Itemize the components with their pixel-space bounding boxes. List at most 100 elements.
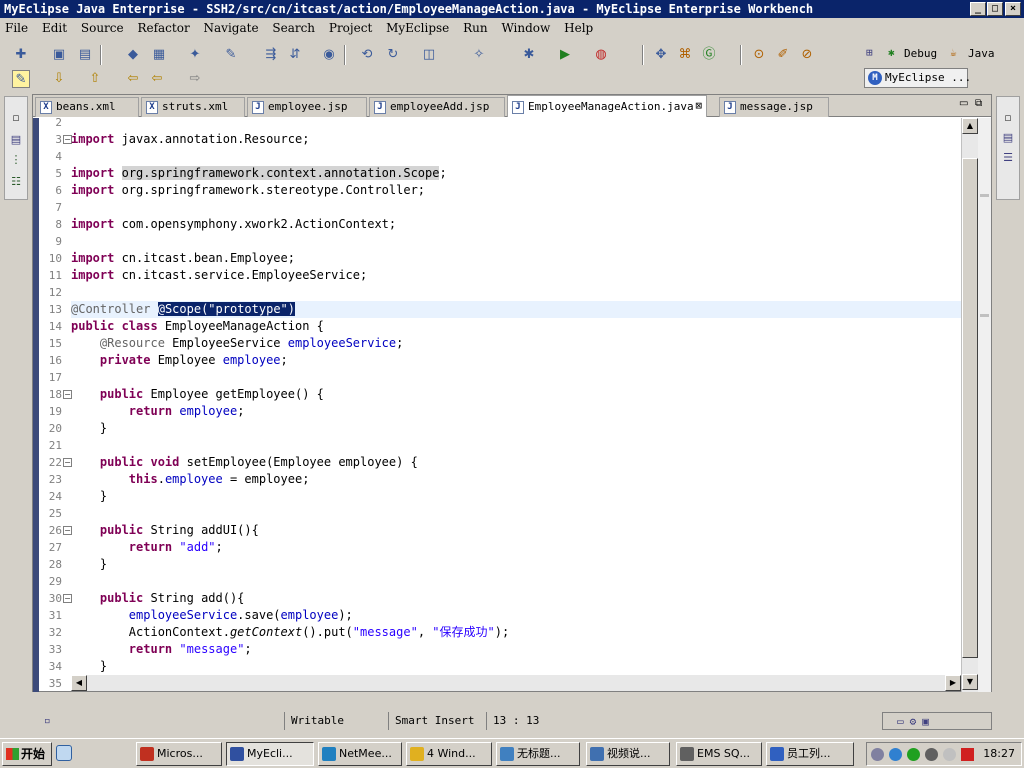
tray-icon[interactable] [871, 748, 884, 761]
menu-project[interactable]: Project [324, 18, 377, 38]
overview-marker[interactable] [980, 194, 989, 197]
menu-file[interactable]: File [0, 18, 33, 38]
code-line[interactable]: employeeService.save(employee); [71, 607, 353, 624]
taskbar-item[interactable]: NetMee... [318, 742, 402, 766]
scroll-down-button[interactable]: ▼ [962, 674, 978, 690]
code-line[interactable]: @Resource EmployeeService employeeServic… [71, 335, 403, 352]
hierarchy-icon[interactable]: ⋮ [8, 153, 24, 167]
close-window-button[interactable]: × [1005, 2, 1021, 16]
menu-navigate[interactable]: Navigate [199, 18, 264, 38]
code-line[interactable]: public String add(){ [71, 590, 245, 607]
new-web-icon[interactable]: ✦ [186, 46, 204, 64]
code-line[interactable]: public Employee getEmployee() { [71, 386, 324, 403]
taskbar-item-group[interactable]: 4 Wind... [406, 742, 492, 766]
code-line[interactable]: import org.springframework.context.annot… [71, 165, 447, 182]
mark-occurrences-icon[interactable]: ✎ [12, 70, 30, 88]
tray-icon[interactable] [925, 748, 938, 761]
menu-refactor[interactable]: Refactor [132, 18, 194, 38]
code-text-area[interactable]: import javax.annotation.Resource; import … [71, 118, 961, 692]
tab-employeeadd-jsp[interactable]: J employeeAdd.jsp [369, 97, 505, 117]
menu-edit[interactable]: Edit [37, 18, 72, 38]
properties-view-icon[interactable]: ☰ [1000, 151, 1016, 165]
start-button[interactable]: 开始 [2, 742, 52, 766]
code-line[interactable]: import javax.annotation.Resource; [71, 131, 309, 148]
horizontal-scrollbar[interactable]: ◀ ▶ [71, 675, 961, 691]
code-line[interactable]: public void setEmployee(Employee employe… [71, 454, 418, 471]
java-perspective-button[interactable]: Java [968, 47, 995, 60]
tray-icon[interactable] [907, 748, 920, 761]
code-line[interactable]: public class EmployeeManageAction { [71, 318, 324, 335]
code-line[interactable]: @Controller @Scope("prototype") [71, 301, 295, 318]
menu-search[interactable]: Search [267, 18, 320, 38]
tray-icon[interactable] [889, 748, 902, 761]
outline-icon[interactable]: ☷ [8, 175, 24, 189]
ejb-icon[interactable]: ▦ [150, 46, 168, 64]
code-line[interactable]: } [71, 658, 107, 675]
new-class-icon[interactable]: Ⓖ [700, 46, 718, 64]
tab-employee-jsp[interactable]: J employee.jsp [247, 97, 367, 117]
refresh-icon[interactable]: ↻ [384, 46, 402, 64]
code-line[interactable]: } [71, 556, 107, 573]
code-line[interactable]: private Employee employee; [71, 352, 288, 369]
debug-icon[interactable]: ✱ [520, 46, 538, 64]
code-line[interactable]: this.employee = employee; [71, 471, 310, 488]
tab-message-jsp[interactable]: J message.jsp [719, 97, 829, 117]
new-java-project-icon[interactable]: ✥ [652, 46, 670, 64]
status-trim-icons[interactable]: ▭⚙▣ [882, 712, 992, 730]
code-line[interactable]: import cn.itcast.service.EmployeeService… [71, 267, 367, 284]
code-line[interactable]: return employee; [71, 403, 245, 420]
outline-view-icon[interactable]: ▤ [1000, 131, 1016, 145]
scroll-left-button[interactable]: ◀ [71, 675, 87, 691]
deploy-icon[interactable]: ⇶ [262, 46, 280, 64]
camera-icon[interactable]: ◫ [420, 46, 438, 64]
taskbar-item[interactable]: 员工列... [766, 742, 854, 766]
code-line[interactable]: import com.opensymphony.xwork2.ActionCon… [71, 216, 396, 233]
next-annotation-icon[interactable]: ⇩ [50, 70, 68, 88]
code-line[interactable]: import cn.itcast.bean.Employee; [71, 250, 295, 267]
print-icon[interactable]: ▤ [76, 46, 94, 64]
overview-marker[interactable] [980, 314, 989, 317]
restore-view-icon[interactable]: ▫ [8, 111, 24, 125]
back-icon[interactable]: ⇦ [148, 70, 166, 88]
taskbar-item-active[interactable]: MyEcli... [226, 742, 314, 766]
taskbar-item[interactable]: 视频说... [586, 742, 670, 766]
prev-annotation-icon[interactable]: ⇧ [86, 70, 104, 88]
open-type-icon[interactable]: ⟲ [358, 46, 376, 64]
tray-icon[interactable] [943, 748, 956, 761]
debug-perspective-button[interactable]: Debug [904, 47, 937, 60]
search-icon[interactable]: ✐ [774, 46, 792, 64]
taskbar-item[interactable]: EMS SQ... [676, 742, 762, 766]
code-line[interactable]: public String addUI(){ [71, 522, 259, 539]
maximize-editor-icon[interactable]: ⧉ [975, 98, 982, 109]
tools-icon[interactable]: ✧ [470, 46, 488, 64]
new-icon[interactable]: ✚ [12, 46, 30, 64]
menu-help[interactable]: Help [559, 18, 598, 38]
tray-icon[interactable] [961, 748, 974, 761]
minimize-editor-icon[interactable]: ▭ [959, 98, 968, 109]
package-icon[interactable]: ◆ [124, 46, 142, 64]
close-tab-icon[interactable]: ⊠ [695, 100, 702, 112]
taskbar-item[interactable]: 无标题... [496, 742, 580, 766]
menu-window[interactable]: Window [496, 18, 555, 38]
scroll-right-button[interactable]: ▶ [945, 675, 961, 691]
external-tools-icon[interactable]: ◍ [592, 46, 610, 64]
menu-run[interactable]: Run [458, 18, 493, 38]
save-icon[interactable]: ▣ [50, 46, 68, 64]
globe-icon[interactable]: ◉ [320, 46, 338, 64]
package-explorer-icon[interactable]: ▤ [8, 133, 24, 147]
quick-launch-ie-icon[interactable] [56, 745, 72, 761]
restore-view-icon[interactable]: ▫ [1000, 111, 1016, 125]
folder-icon[interactable]: ⊘ [798, 46, 816, 64]
minimize-button[interactable]: _ [970, 2, 986, 16]
forward-icon[interactable]: ⇨ [186, 70, 204, 88]
vertical-scrollbar[interactable]: ▲ ▼ [961, 118, 978, 692]
new-package-icon[interactable]: ⌘ [676, 46, 694, 64]
wizard-icon[interactable]: ✎ [222, 46, 240, 64]
code-line[interactable]: ActionContext.getContext().put("message"… [71, 624, 509, 641]
taskbar-item[interactable]: Micros... [136, 742, 222, 766]
overview-ruler[interactable] [978, 118, 991, 692]
tab-struts-xml[interactable]: X struts.xml [141, 97, 245, 117]
code-line[interactable]: import org.springframework.stereotype.Co… [71, 182, 425, 199]
scroll-up-button[interactable]: ▲ [962, 118, 978, 134]
scroll-thumb[interactable] [962, 158, 978, 658]
